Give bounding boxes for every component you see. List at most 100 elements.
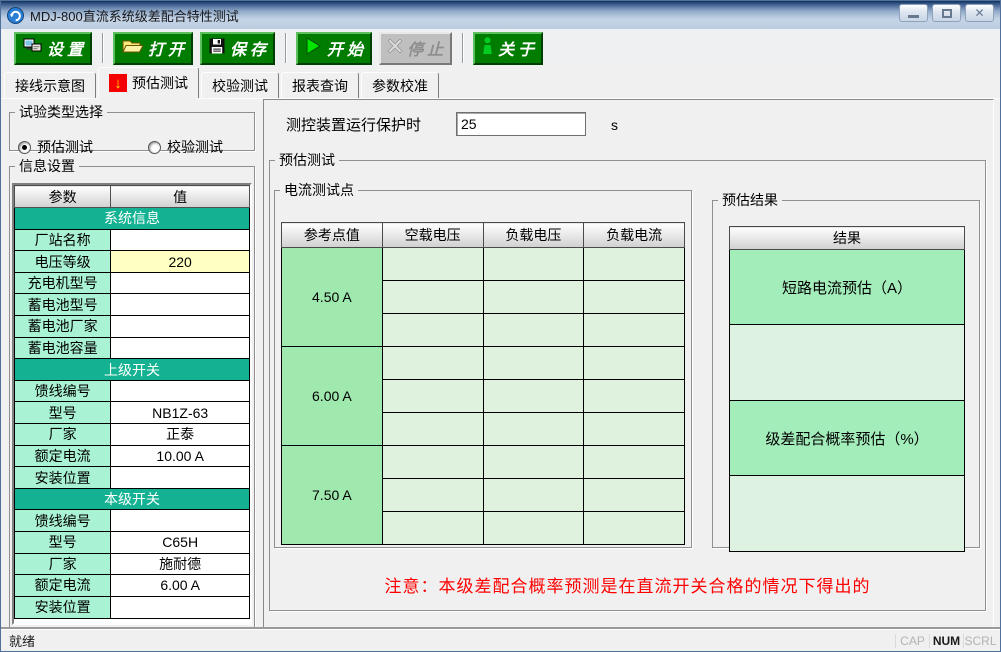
tab-verify-test[interactable]: 校验测试 (201, 72, 279, 98)
about-info-icon (482, 37, 493, 60)
stop-button[interactable]: 停止 (379, 32, 452, 65)
value-cell-charger-model[interactable] (111, 272, 250, 294)
start-play-icon (305, 37, 322, 60)
measure-cell (382, 281, 483, 314)
table-row: 蓄电池容量 (15, 337, 250, 359)
param-cell: 充电机型号 (15, 272, 111, 294)
value-cell-station-name[interactable] (111, 229, 250, 251)
table-row: 电压等级220 (15, 251, 250, 273)
measure-cell (382, 413, 483, 446)
param-cell: 厂家 (15, 553, 111, 575)
open-button[interactable]: 打开 (113, 32, 193, 65)
tab-parameter-calibration[interactable]: 参数校准 (361, 72, 439, 98)
radio-unselected-icon (148, 141, 161, 154)
param-cell: 厂站名称 (15, 229, 111, 251)
radio-estimate-test[interactable]: 预估测试 (18, 137, 93, 157)
value-cell-voltage-level[interactable]: 220 (111, 251, 250, 273)
param-cell: 额定电流 (15, 575, 111, 597)
measure-cell (584, 314, 685, 347)
table-row: 短路电流预估（A） (730, 250, 965, 325)
value-cell-local-feeder-no[interactable] (111, 510, 250, 532)
table-row: 厂家施耐德 (15, 553, 250, 575)
protect-time-label: 测控装置运行保护时 (286, 114, 421, 135)
measure-cell (584, 380, 685, 413)
toolbar: 设置 打开 保存 (1, 29, 1000, 67)
app-icon (7, 7, 24, 24)
close-icon: ✕ (974, 7, 984, 19)
measure-cell (483, 347, 584, 380)
measure-cell (483, 479, 584, 512)
ref-point-cell: 4.50 A (282, 248, 383, 347)
measure-cell (584, 512, 685, 545)
measure-cell (382, 380, 483, 413)
result-table: 结果 短路电流预估（A） 级差配合概率预估（%） (729, 226, 965, 552)
value-cell-local-install-pos[interactable] (111, 596, 250, 618)
measure-cell (382, 479, 483, 512)
measure-cell (584, 479, 685, 512)
save-button[interactable]: 保存 (200, 32, 275, 65)
param-cell: 型号 (15, 402, 111, 424)
value-cell-local-rated-current[interactable]: 6.00 A (111, 575, 250, 597)
measure-cell (382, 314, 483, 347)
value-cell-upper-model[interactable]: NB1Z-63 (111, 402, 250, 424)
toolbar-separator (285, 33, 287, 63)
measure-cell (584, 347, 685, 380)
measure-cell (483, 248, 584, 281)
table-row: 额定电流6.00 A (15, 575, 250, 597)
current-test-points-legend: 电流测试点 (280, 182, 358, 198)
value-cell-upper-rated-current[interactable]: 10.00 A (111, 445, 250, 467)
radio-verify-test[interactable]: 校验测试 (148, 137, 223, 157)
about-button[interactable]: 关于 (473, 32, 543, 65)
table-row: 安装位置 (15, 467, 250, 489)
tab-label: 预估测试 (132, 73, 188, 93)
column-header-ref-point: 参考点值 (282, 223, 383, 248)
settings-button[interactable]: 设置 (14, 32, 92, 65)
value-cell-upper-maker[interactable]: 正泰 (111, 424, 250, 446)
value-cell-battery-model[interactable] (111, 294, 250, 316)
value-cell-battery-capacity[interactable] (111, 337, 250, 359)
ref-point-cell: 6.00 A (282, 347, 383, 446)
table-row: 额定电流10.00 A (15, 445, 250, 467)
radio-selected-icon (18, 141, 31, 154)
status-ready-text: 就绪 (1, 631, 895, 650)
close-button[interactable]: ✕ (965, 4, 994, 22)
warning-note: 注意：本级差配合概率预测是在直流开关合格的情况下得出的 (270, 572, 985, 597)
column-header-value: 值 (111, 186, 250, 208)
maximize-button[interactable] (932, 4, 961, 22)
param-cell: 馈线编号 (15, 380, 111, 402)
value-cell-upper-feeder-no[interactable] (111, 380, 250, 402)
measure-cell (584, 281, 685, 314)
info-settings-legend: 信息设置 (15, 158, 79, 174)
measure-cell (483, 380, 584, 413)
settings-computer-icon (23, 38, 42, 59)
start-button[interactable]: 开始 (296, 32, 372, 65)
minimize-button[interactable] (899, 4, 928, 22)
value-cell-local-model[interactable]: C65H (111, 532, 250, 554)
section-header-system-info: 系统信息 (15, 208, 250, 230)
tab-wiring-diagram[interactable]: 接线示意图 (4, 72, 96, 98)
info-table: 参数 值 系统信息 厂站名称 电压等级220 充电机型号 蓄电池型号 蓄电池厂家… (14, 185, 250, 619)
result-value-coordination-probability (730, 476, 965, 552)
tab-page-estimate-test: 试验类型选择 预估测试 校验测试 信息设置 参数 (1, 98, 1000, 631)
table-row: 蓄电池型号 (15, 294, 250, 316)
stop-x-icon (388, 39, 402, 58)
tab-report-query[interactable]: 报表查询 (281, 72, 359, 98)
value-cell-battery-maker[interactable] (111, 316, 250, 338)
value-cell-upper-install-pos[interactable] (111, 467, 250, 489)
status-indicators: CAP NUM SCRL (895, 630, 1000, 651)
start-button-label: 开始 (327, 36, 367, 60)
value-cell-local-maker[interactable]: 施耐德 (111, 553, 250, 575)
estimate-result-legend: 预估结果 (718, 192, 782, 208)
indicator-cap: CAP (895, 634, 929, 648)
red-down-arrow-icon: ↓ (109, 74, 127, 92)
param-cell: 馈线编号 (15, 510, 111, 532)
param-cell: 电压等级 (15, 251, 111, 273)
param-cell: 额定电流 (15, 445, 111, 467)
result-label-coordination-probability: 级差配合概率预估（%） (730, 401, 965, 476)
radio-label: 预估测试 (37, 137, 93, 157)
param-cell: 蓄电池厂家 (15, 316, 111, 338)
tab-label: 参数校准 (372, 76, 428, 96)
measure-cell (483, 314, 584, 347)
protect-time-input[interactable] (456, 112, 586, 136)
tab-estimate-test[interactable]: ↓ 预估测试 (98, 67, 199, 98)
